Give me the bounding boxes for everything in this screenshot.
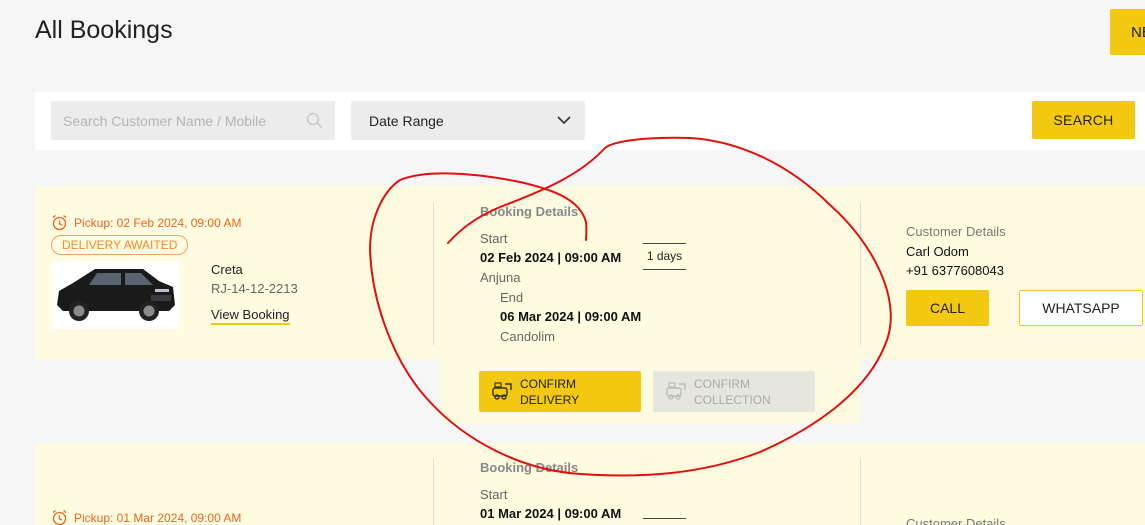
booking-details-heading: Booking Details (480, 460, 579, 475)
start-datetime: 02 Feb 2024 | 09:00 AM (480, 250, 622, 265)
confirm-collection-button[interactable]: CONFIRM COLLECTION (653, 371, 815, 412)
new-booking-button[interactable]: NE (1110, 9, 1145, 55)
date-range-select[interactable]: Date Range (351, 101, 585, 140)
confirm-collection-line1: CONFIRM (694, 376, 750, 391)
date-range-label: Date Range (369, 113, 444, 129)
end-location: Candolim (500, 329, 555, 344)
start-label: Start (480, 231, 508, 246)
divider (860, 459, 861, 525)
car-delivery-icon (492, 382, 512, 400)
customer-phone: +91 6377608043 (906, 263, 1004, 278)
alarm-clock-icon (52, 509, 67, 525)
divider (433, 459, 434, 525)
confirm-delivery-line1: CONFIRM (520, 376, 576, 391)
start-datetime: 01 Mar 2024 | 09:00 AM (480, 506, 622, 521)
pickup-time: Pickup: 01 Mar 2024, 09:00 AM (74, 511, 242, 525)
confirm-collection-line2: COLLECTION (694, 392, 771, 407)
duration-badge-border (643, 518, 686, 519)
status-badge: DELIVERY AWAITED (51, 235, 189, 255)
search-input[interactable] (51, 101, 335, 140)
car-model: Creta (211, 262, 243, 277)
whatsapp-button[interactable]: WHATSAPP (1019, 290, 1143, 326)
end-label: End (500, 290, 524, 305)
pickup-time: Pickup: 02 Feb 2024, 09:00 AM (74, 216, 242, 230)
customer-name: Carl Odom (906, 244, 969, 259)
view-booking-link[interactable]: View Booking (211, 307, 290, 325)
confirm-delivery-button[interactable]: CONFIRM DELIVERY (479, 371, 641, 412)
booking-details-heading: Booking Details (480, 204, 579, 219)
chevron-down-icon (557, 116, 571, 125)
search-button[interactable]: SEARCH (1032, 101, 1135, 139)
confirm-delivery-line2: DELIVERY (520, 392, 580, 407)
call-button[interactable]: CALL (906, 290, 989, 326)
start-label: Start (480, 487, 508, 502)
end-datetime: 06 Mar 2024 | 09:00 AM (500, 309, 642, 324)
divider (433, 203, 434, 345)
page-title: All Bookings (35, 16, 173, 44)
start-location: Anjuna (480, 270, 521, 285)
car-image (51, 261, 179, 329)
car-plate: RJ-14-12-2213 (211, 281, 298, 296)
duration-badge: 1 days (643, 243, 686, 270)
search-icon[interactable] (305, 111, 325, 131)
car-collection-icon (666, 382, 686, 400)
divider (860, 203, 861, 345)
alarm-clock-icon (52, 214, 67, 231)
customer-details-heading: Customer Details (906, 224, 1006, 239)
customer-details-heading: Customer Details (906, 516, 1006, 525)
